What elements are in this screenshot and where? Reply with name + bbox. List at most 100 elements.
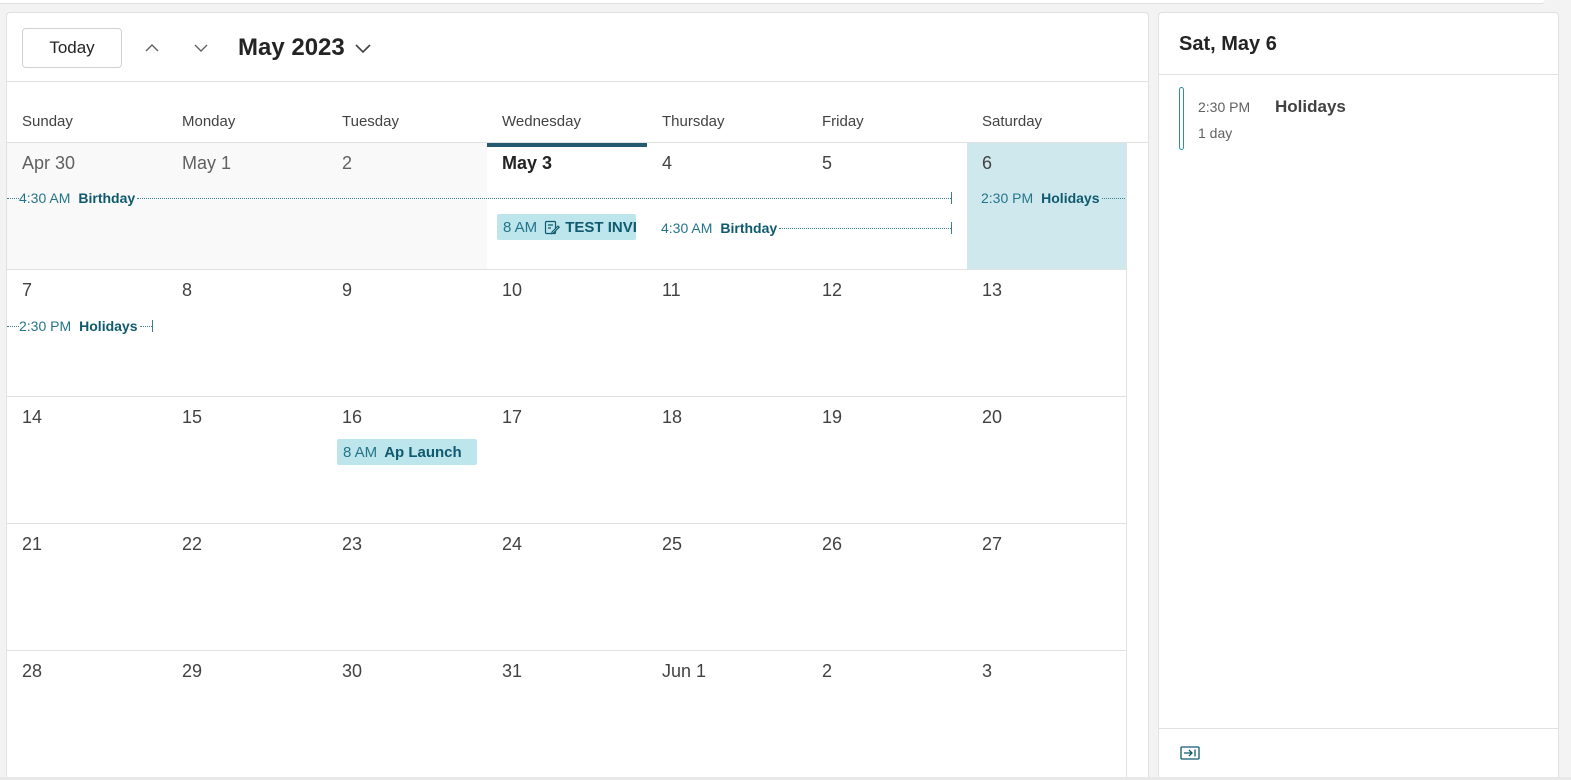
chevron-up-icon [145,44,159,52]
event-title: Birthday [78,190,136,206]
day-cell[interactable]: 13 [967,270,1127,396]
collapse-pane-button[interactable] [1179,744,1201,762]
day-number: 11 [662,280,681,300]
day-cell[interactable]: 3 [967,651,1127,777]
day-number: 19 [822,407,843,427]
day-cell[interactable]: 28 [7,651,167,777]
day-number: 18 [662,407,683,427]
day-cell[interactable]: 11 [647,270,807,396]
event-holidays[interactable]: 2:30 PM Holidays [7,317,153,335]
span-end-tick [152,320,153,332]
weekday-sunday: Sunday [22,113,73,130]
day-number: 21 [22,534,43,554]
day-cell[interactable]: 12 [807,270,967,396]
day-number: 29 [182,661,203,681]
day-cell[interactable]: 31 [487,651,647,777]
collapse-pane-icon [1180,746,1200,760]
event-time: 4:30 AM [19,190,71,206]
day-cell[interactable]: 23 [327,524,487,650]
event-birthday[interactable]: 4:30 AM Birthday [661,219,952,237]
day-cell[interactable]: 14 [7,397,167,523]
day-number: 2 [822,661,833,681]
day-number: 3 [982,661,993,681]
week-row: Apr 30 May 1 2 May 3 4 5 6 4:30 AM Birth… [7,143,1127,270]
weekday-header: Sunday Monday Tuesday Wednesday Thursday… [7,82,1148,147]
day-cell[interactable]: 25 [647,524,807,650]
calendar-toolbar: Today May 2023 [7,13,1148,82]
day-cell[interactable]: 30 [327,651,487,777]
event-time: 2:30 PM [19,318,72,334]
day-cell[interactable]: 26 [807,524,967,650]
event-title: Birthday [720,220,778,236]
day-cell[interactable]: 22 [167,524,327,650]
day-number: 2 [342,153,353,173]
day-cell[interactable]: 18 [647,397,807,523]
event-ap-launch[interactable]: 8 AM Ap Launch [337,439,477,465]
day-number: Apr 30 [22,153,76,173]
month-picker[interactable]: May 2023 [238,31,371,65]
event-time: 2:30 PM [981,190,1034,206]
day-number: 9 [342,280,353,300]
edit-note-icon [544,219,561,235]
week-row: 7 8 9 10 11 12 13 2:30 PM Holidays [7,270,1127,397]
day-number: 30 [342,661,363,681]
day-cell[interactable]: 10 [487,270,647,396]
day-cell[interactable]: 2 [807,651,967,777]
day-number: 31 [502,661,523,681]
event-title: Ap Launch [384,443,462,461]
day-number: 8 [182,280,193,300]
weekday-wednesday: Wednesday [487,82,647,147]
previous-month-button[interactable] [137,33,167,63]
event-title: Holidays [1041,190,1100,206]
day-number: May 3 [502,153,553,173]
day-cell[interactable]: 27 [967,524,1127,650]
span-line [139,325,152,327]
week-row: 21 22 23 24 25 26 27 [7,524,1127,651]
day-detail-pane: Sat, May 6 2:30 PM Holidays 1 day [1158,12,1559,780]
day-cell[interactable]: 9 [327,270,487,396]
day-cell[interactable]: 8 [167,270,327,396]
day-cell[interactable]: 15 [167,397,327,523]
day-cell[interactable]: 20 [967,397,1127,523]
day-number: 15 [182,407,203,427]
weekday-tuesday: Tuesday [342,113,399,130]
day-number: 6 [982,153,993,173]
weekday-saturday: Saturday [982,113,1043,130]
day-number: 28 [22,661,43,681]
day-number: 22 [182,534,203,554]
day-number: 4 [662,153,673,173]
day-cell[interactable]: 24 [487,524,647,650]
event-birthday[interactable]: 4:30 AM Birthday [7,189,952,207]
day-number: 13 [982,280,1003,300]
week-row: 14 15 16 17 18 19 20 8 AM Ap Launch [7,397,1127,524]
today-button[interactable]: Today [22,28,122,68]
day-number: 23 [342,534,363,554]
day-number: Jun 1 [662,661,707,681]
agenda-item-holidays[interactable]: 2:30 PM Holidays 1 day [1179,87,1539,155]
day-number: 24 [502,534,523,554]
day-number: 12 [822,280,843,300]
week-row: 28 29 30 31 Jun 1 2 3 [7,651,1127,778]
event-time: 8 AM [343,443,378,461]
event-time: 4:30 AM [661,220,713,236]
chevron-down-icon [194,44,208,52]
event-test-invite[interactable]: 8 AM TEST INVI [497,214,636,240]
calendar-main-panel: Today May 2023 Sunday Monday Tuesday Wed… [6,12,1149,780]
day-number: 16 [342,407,363,427]
next-month-button[interactable] [186,33,216,63]
span-end-tick [951,192,952,204]
day-number: May 1 [182,153,232,173]
day-detail-header: Sat, May 6 [1159,13,1558,75]
day-cell[interactable]: 21 [7,524,167,650]
event-title: Holidays [79,318,138,334]
day-number: 20 [982,407,1003,427]
day-number: 7 [22,280,33,300]
day-number: 26 [822,534,843,554]
day-cell[interactable]: 17 [487,397,647,523]
day-cell[interactable]: Jun 1 [647,651,807,777]
day-cell[interactable]: 19 [807,397,967,523]
event-holidays[interactable]: 2:30 PM Holidays [981,189,1127,207]
day-cell[interactable]: 29 [167,651,327,777]
month-title: May 2023 [238,34,345,61]
span-line [779,227,951,229]
